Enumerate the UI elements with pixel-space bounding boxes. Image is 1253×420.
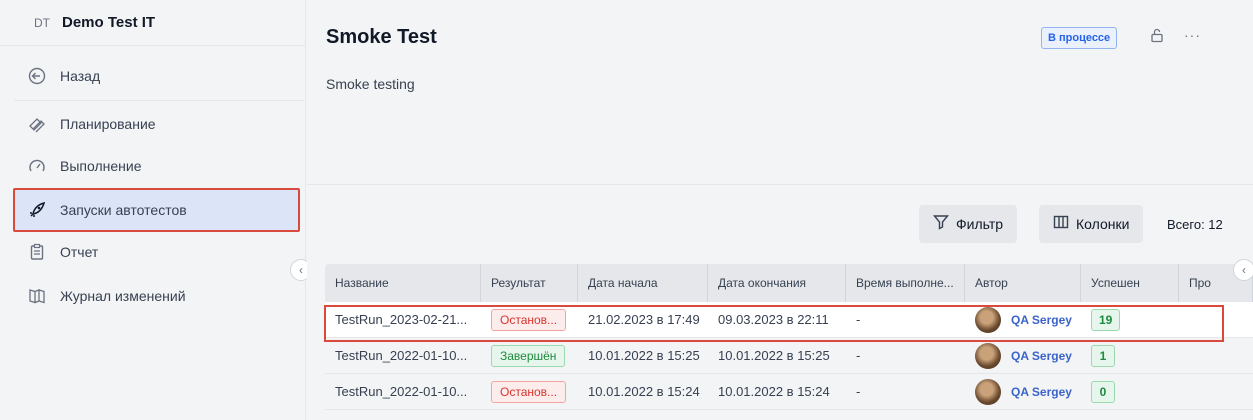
sidebar-item-back[interactable]: Назад — [26, 56, 100, 96]
author-cell: QA Sergey — [965, 302, 1081, 338]
chevron-left-icon: ‹ — [299, 263, 303, 277]
author-cell: QA Sergey — [965, 374, 1081, 410]
speedometer-icon — [26, 155, 48, 177]
avatar — [975, 306, 1001, 333]
success-cell: 19 — [1081, 302, 1179, 338]
workspace-abbr: DT — [34, 15, 50, 30]
start-date: 10.01.2022 в 15:25 — [588, 348, 700, 363]
page-description: Smoke testing — [326, 76, 415, 92]
sidebar-item-label: Отчет — [60, 244, 99, 260]
table-row[interactable]: TestRun_2022-01-10... Завершён 10.01.202… — [325, 338, 1253, 374]
column-header[interactable]: Название — [325, 264, 481, 302]
success-count-badge: 1 — [1091, 344, 1115, 367]
planning-icon — [26, 113, 48, 135]
filter-icon — [933, 214, 949, 234]
result-cell: Останов... — [481, 374, 578, 410]
success-cell: 1 — [1081, 338, 1179, 374]
duration: - — [856, 312, 861, 327]
start-date: 10.01.2022 в 15:24 — [588, 384, 700, 399]
sidebar-item-label: Выполнение — [60, 158, 142, 174]
columns-button[interactable]: Колонки — [1039, 205, 1144, 243]
result-cell: Завершён — [481, 338, 578, 374]
result-cell: Останов... — [481, 302, 578, 338]
extra-cell — [1179, 338, 1253, 374]
run-name[interactable]: TestRun_2023-02-21... — [325, 302, 481, 338]
success-count-badge: 0 — [1091, 380, 1115, 403]
avatar — [975, 378, 1001, 405]
column-header[interactable]: Дата начала — [578, 264, 708, 302]
sidebar-item-changelog[interactable]: Журнал изменений — [26, 276, 186, 316]
clipboard-icon — [26, 241, 48, 263]
sidebar-item-planning[interactable]: Планирование — [26, 104, 156, 144]
chevron-left-icon: ‹ — [1242, 263, 1246, 277]
column-header[interactable]: Успешен — [1081, 264, 1179, 302]
author-cell: QA Sergey — [965, 338, 1081, 374]
filter-button[interactable]: Фильтр — [919, 205, 1018, 243]
duration: - — [856, 348, 861, 363]
book-icon — [26, 285, 48, 307]
table-row[interactable]: TestRun_2022-01-10... Останов... 10.01.2… — [325, 374, 1253, 410]
sidebar-item-label: Журнал изменений — [60, 288, 186, 304]
lock-icon[interactable] — [1150, 28, 1164, 46]
column-header[interactable]: Результат — [481, 264, 578, 302]
avatar — [975, 342, 1001, 369]
sidebar-item-label: Назад — [60, 68, 101, 84]
run-name[interactable]: TestRun_2022-01-10... — [325, 338, 481, 374]
workspace-name: Demo Test IT — [62, 14, 156, 31]
status-badge[interactable]: В процессе — [1041, 27, 1118, 49]
end-date: 10.01.2022 в 15:24 — [718, 384, 830, 399]
run-name[interactable]: TestRun_2022-01-10... — [325, 374, 481, 410]
author-link[interactable]: QA Sergey — [1011, 313, 1072, 327]
result-badge: Завершён — [491, 344, 566, 367]
main-content: Smoke Test Smoke testing В процессе ··· … — [307, 0, 1253, 420]
filter-label: Фильтр — [956, 216, 1004, 232]
rocket-icon — [26, 199, 48, 221]
runs-table: Название Результат Дата начала Дата окон… — [325, 264, 1253, 410]
duration: - — [856, 384, 861, 399]
app-root: DT Demo Test IT Назад Планирование Выпол… — [0, 0, 1253, 420]
column-header[interactable]: Дата окончания — [708, 264, 846, 302]
end-date: 10.01.2022 в 15:25 — [718, 348, 830, 363]
columns-label: Колонки — [1076, 216, 1130, 232]
more-options-icon[interactable]: ··· — [1184, 27, 1201, 43]
page-title: Smoke Test — [326, 26, 437, 48]
table-row[interactable]: TestRun_2023-02-21... Останов... 21.02.2… — [325, 302, 1253, 338]
column-header[interactable]: Время выполне... — [846, 264, 965, 302]
column-header[interactable]: Автор — [965, 264, 1081, 302]
sidebar: DT Demo Test IT Назад Планирование Выпол… — [0, 0, 312, 420]
workspace-header[interactable]: DT Demo Test IT — [0, 0, 305, 46]
result-badge: Останов... — [491, 308, 567, 331]
section-divider — [307, 184, 1253, 185]
sidebar-item-label: Планирование — [60, 116, 156, 132]
success-cell: 0 — [1081, 374, 1179, 410]
result-badge: Останов... — [491, 380, 567, 403]
sidebar-item-autotest-runs[interactable]: Запуски автотестов — [26, 190, 187, 230]
extra-cell — [1179, 374, 1253, 410]
total-count: Всего: 12 — [1167, 217, 1223, 232]
back-arrow-icon — [26, 65, 48, 87]
table-header: Название Результат Дата начала Дата окон… — [325, 264, 1253, 302]
author-link[interactable]: QA Sergey — [1011, 385, 1072, 399]
columns-icon — [1053, 214, 1069, 234]
sidebar-item-report[interactable]: Отчет — [26, 232, 98, 272]
success-count-badge: 19 — [1091, 308, 1121, 331]
extra-cell — [1179, 302, 1253, 338]
sidebar-divider — [14, 100, 304, 101]
author-link[interactable]: QA Sergey — [1011, 349, 1072, 363]
sidebar-item-label: Запуски автотестов — [60, 202, 187, 218]
right-panel-toggle-button[interactable]: ‹ — [1233, 259, 1253, 281]
start-date: 21.02.2023 в 17:49 — [588, 312, 700, 327]
sidebar-item-execution[interactable]: Выполнение — [26, 146, 141, 186]
end-date: 09.03.2023 в 22:11 — [718, 312, 829, 327]
